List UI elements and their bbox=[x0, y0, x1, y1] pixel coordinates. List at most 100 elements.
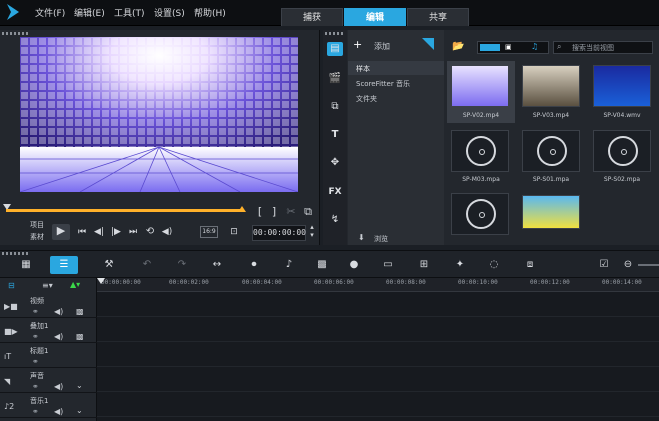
add-folder-label[interactable]: 添加 bbox=[374, 41, 390, 52]
auto-music-icon[interactable]: ▩ bbox=[314, 258, 330, 272]
tab-edit[interactable]: 编辑 bbox=[344, 8, 406, 26]
menu-edit[interactable]: 编辑(E) bbox=[74, 6, 105, 19]
search-field[interactable]: ⌕ 搜索当前视图 bbox=[553, 41, 653, 54]
repeat-icon[interactable]: ⟲ bbox=[144, 225, 156, 239]
track-video[interactable]: ▶■ 视频 ⚭ ◀) ▩ bbox=[0, 294, 97, 318]
toolbar-grip[interactable] bbox=[2, 252, 28, 255]
media-item-thumb[interactable] bbox=[451, 65, 509, 107]
aspect-ratio-button[interactable]: 16:9 bbox=[200, 226, 218, 238]
ripple-edit-icon[interactable]: ▩ bbox=[76, 332, 84, 341]
sound-mixer-icon[interactable]: ♪ bbox=[281, 258, 297, 272]
clip-mode-label[interactable]: 素材 bbox=[30, 232, 44, 242]
fit-project-icon[interactable]: ☑ bbox=[596, 258, 612, 272]
expand-chevron-icon[interactable]: ⌄ bbox=[76, 381, 83, 390]
link-icon[interactable]: ⚭ bbox=[32, 307, 39, 316]
chapter-icon[interactable]: ≡▾ bbox=[42, 281, 53, 290]
time-remapping-icon[interactable]: ✦ bbox=[452, 258, 468, 272]
show-audio-icon[interactable]: ♫ bbox=[531, 42, 538, 51]
library-grip[interactable] bbox=[325, 32, 345, 35]
media-item-thumb[interactable] bbox=[451, 130, 509, 172]
import-folder-icon[interactable]: 📂 bbox=[452, 41, 464, 52]
media-item-thumb[interactable] bbox=[522, 130, 580, 172]
tab-capture[interactable]: 捕获 bbox=[281, 8, 343, 26]
mute-icon[interactable]: ◀) bbox=[54, 382, 63, 391]
show-photo-icon[interactable]: ▣ bbox=[505, 43, 512, 51]
play-button[interactable]: ▶ bbox=[52, 224, 70, 240]
split-clip-icon[interactable]: ✂ bbox=[285, 205, 297, 219]
mute-icon[interactable]: ◀) bbox=[54, 407, 63, 416]
volume-icon[interactable]: ◀) bbox=[161, 225, 173, 239]
add-marker-icon[interactable]: ▲▾ bbox=[70, 280, 80, 289]
panel-grip[interactable] bbox=[2, 32, 28, 35]
menu-file[interactable]: 文件(F) bbox=[35, 6, 65, 19]
pin-icon[interactable] bbox=[422, 38, 434, 50]
filter-fx-icon[interactable]: FX bbox=[327, 185, 343, 199]
link-icon[interactable]: ⚭ bbox=[32, 332, 39, 341]
scrub-bar[interactable] bbox=[6, 209, 244, 212]
expand-chevron-icon[interactable]: ⌄ bbox=[76, 406, 83, 415]
transition-icon[interactable]: ⧉ bbox=[327, 100, 343, 114]
undo-icon[interactable]: ↶ bbox=[139, 258, 155, 272]
link-icon[interactable]: ⚭ bbox=[32, 357, 39, 366]
link-icon[interactable]: ⚭ bbox=[32, 407, 39, 416]
storyboard-view-icon[interactable]: ▦ bbox=[18, 258, 34, 272]
path-icon[interactable]: ↯ bbox=[327, 213, 343, 227]
redo-icon[interactable]: ↷ bbox=[174, 258, 190, 272]
zoom-slider[interactable] bbox=[638, 264, 659, 266]
menu-help[interactable]: 帮助(H) bbox=[194, 6, 226, 19]
ripple-edit-icon[interactable]: ▩ bbox=[76, 307, 84, 316]
mute-icon[interactable]: ◀) bbox=[54, 332, 63, 341]
media-library-icon[interactable]: ▤ bbox=[327, 42, 343, 56]
menu-tools[interactable]: 工具(T) bbox=[114, 6, 145, 19]
record-capture-icon[interactable]: ⏺ bbox=[246, 258, 262, 272]
graphics-icon[interactable]: ✥ bbox=[327, 156, 343, 170]
folder-item-folder[interactable]: 文件夹 bbox=[356, 94, 377, 104]
mark-out-icon[interactable]: ] bbox=[268, 205, 280, 219]
track-music[interactable]: ♪2 音乐1 ⚭ ◀) ⌄ bbox=[0, 394, 97, 418]
track-overlay[interactable]: ■▶ 叠加1 ⚭ ◀) ▩ bbox=[0, 319, 97, 343]
browse-label[interactable]: 浏览 bbox=[374, 234, 388, 244]
fit-timeline-icon[interactable]: ↔ bbox=[209, 258, 225, 272]
trim-end-handle[interactable] bbox=[238, 206, 246, 212]
add-folder-icon[interactable]: + bbox=[353, 38, 362, 51]
time-ruler[interactable]: 00:00:00:00 00:00:02:00 00:00:04:00 00:0… bbox=[97, 278, 659, 292]
track-title[interactable]: ıT 标题1 ⚭ bbox=[0, 344, 97, 368]
zoom-out-icon[interactable]: ⊖ bbox=[620, 258, 636, 272]
tools-icon[interactable]: ⚒ bbox=[101, 258, 117, 272]
timeline-tracks[interactable] bbox=[97, 292, 659, 421]
motion-tracking-icon[interactable]: ● bbox=[346, 258, 362, 272]
mask-creator-icon[interactable]: ⧈ bbox=[522, 258, 538, 272]
instant-project-icon[interactable]: 🎬 bbox=[327, 72, 343, 86]
mark-in-icon[interactable]: [ bbox=[254, 205, 266, 219]
media-item-thumb[interactable] bbox=[522, 65, 580, 107]
media-item-thumb[interactable] bbox=[451, 193, 509, 235]
multi-camera-icon[interactable]: ⊞ bbox=[416, 258, 432, 272]
pan-zoom-icon[interactable]: ◌ bbox=[486, 258, 502, 272]
previous-frame-button[interactable]: ◀| bbox=[93, 225, 105, 239]
folder-item-scorefitter[interactable]: ScoreFitter 音乐 bbox=[356, 79, 410, 89]
tab-share[interactable]: 共享 bbox=[407, 8, 469, 26]
media-item-thumb[interactable] bbox=[593, 65, 651, 107]
project-mode-label[interactable]: 项目 bbox=[30, 220, 44, 230]
enlarge-icon[interactable]: ⧉ bbox=[302, 205, 314, 219]
mute-icon[interactable]: ◀) bbox=[54, 307, 63, 316]
show-video-icon[interactable] bbox=[480, 44, 500, 51]
title-icon[interactable]: T bbox=[327, 128, 343, 142]
subtitle-editor-icon[interactable]: ▭ bbox=[380, 258, 396, 272]
menu-settings[interactable]: 设置(S) bbox=[154, 6, 185, 19]
home-button[interactable]: ⏮ bbox=[76, 225, 88, 239]
timecode-stepper-icon[interactable]: ▴ ▾ bbox=[307, 223, 317, 239]
media-item-image-thumb[interactable] bbox=[522, 195, 580, 229]
folder-item-samples[interactable]: 样本 bbox=[356, 64, 370, 74]
track-manager-icon[interactable]: ⊟ bbox=[8, 281, 22, 290]
next-frame-button[interactable]: |▶ bbox=[110, 225, 122, 239]
timecode-field[interactable]: 00:00:00:00 bbox=[252, 225, 306, 241]
crop-icon[interactable]: ⊡ bbox=[227, 225, 241, 239]
link-icon[interactable]: ⚭ bbox=[32, 382, 39, 391]
media-item-thumb[interactable] bbox=[593, 130, 651, 172]
track-voice[interactable]: ◥ 声音 ⚭ ◀) ⌄ bbox=[0, 369, 97, 393]
end-button[interactable]: ⏭ bbox=[127, 225, 139, 239]
timeline-view-icon[interactable]: ☰ bbox=[50, 256, 78, 274]
browse-icon[interactable]: ⬇ bbox=[358, 233, 365, 242]
playhead-icon[interactable] bbox=[97, 278, 105, 284]
